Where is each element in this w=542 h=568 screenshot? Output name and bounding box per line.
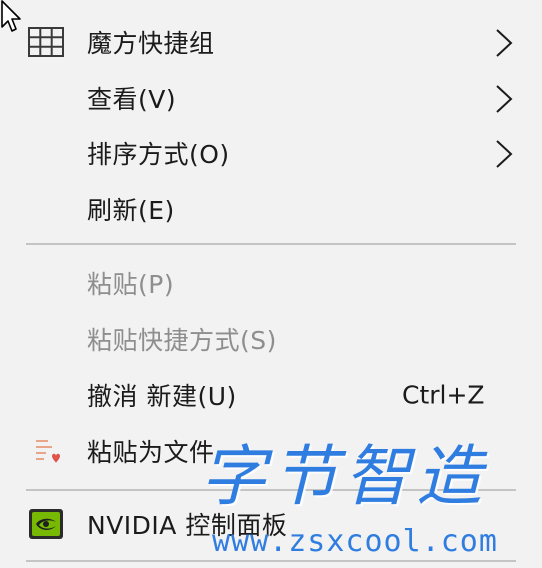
menu-separator <box>26 243 516 245</box>
menu-item-label: NVIDIA 控制面板 <box>87 511 288 540</box>
chevron-right-icon <box>496 29 513 57</box>
menu-item-label: 查看(V) <box>87 85 177 114</box>
menu-item-label: 粘贴为文件 <box>87 438 215 467</box>
chevron-right-icon <box>496 85 513 113</box>
menu-item-mofang-shortcuts[interactable]: 魔方快捷组 <box>0 16 542 68</box>
menu-item-label: 刷新(E) <box>87 196 175 225</box>
menu-item-label: 粘贴快捷方式(S) <box>87 326 277 355</box>
context-menu: 魔方快捷组 查看(V) 排序方式(O) 刷新(E) 粘贴(P) 粘贴快捷方式(S… <box>0 0 542 568</box>
menu-item-nvidia-control-panel[interactable]: NVIDIA 控制面板 <box>0 498 542 550</box>
menu-item-sort-by[interactable]: 排序方式(O) <box>0 127 542 179</box>
nvidia-icon <box>29 509 63 539</box>
menu-separator <box>26 489 516 491</box>
menu-item-label: 粘贴(P) <box>87 270 175 299</box>
chevron-right-icon <box>496 140 513 168</box>
menu-item-paste-shortcut[interactable]: 粘贴快捷方式(S) <box>0 313 542 365</box>
paste-file-icon <box>36 440 60 463</box>
menu-separator <box>26 560 516 562</box>
shortcut-key-label: Ctrl+Z <box>402 380 485 410</box>
menu-item-label: 撤消 新建(U) <box>87 382 237 411</box>
menu-item-refresh[interactable]: 刷新(E) <box>0 183 542 235</box>
menu-item-undo-new[interactable]: 撤消 新建(U) Ctrl+Z <box>0 369 542 421</box>
grid-icon <box>28 27 64 57</box>
menu-item-label: 魔方快捷组 <box>87 29 215 58</box>
menu-item-paste-as-file[interactable]: 粘贴为文件 <box>0 425 542 477</box>
menu-item-label: 排序方式(O) <box>87 140 230 169</box>
menu-item-paste[interactable]: 粘贴(P) <box>0 257 542 309</box>
menu-item-view[interactable]: 查看(V) <box>0 72 542 124</box>
